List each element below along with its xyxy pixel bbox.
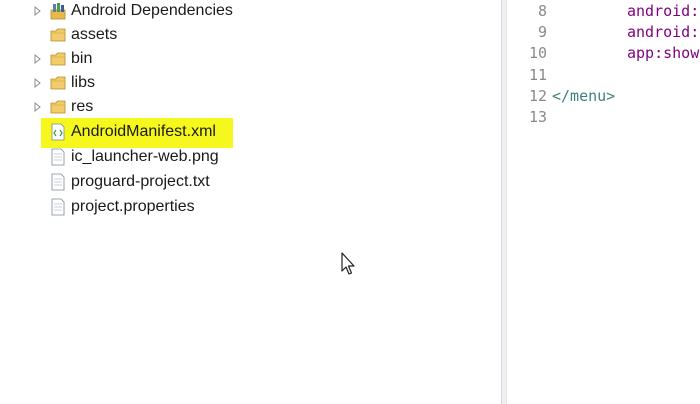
line-number: 8 — [537, 2, 547, 20]
tree-item-label: ic_launcher-web.png — [71, 148, 219, 165]
file-icon — [51, 148, 65, 166]
folder-icon — [50, 100, 66, 114]
line-number: 11 — [528, 66, 547, 84]
tree-item-proguard-project[interactable]: proguard-project.txt — [0, 171, 480, 195]
tree-item-label: assets — [71, 26, 118, 43]
tree-item-bin[interactable]: bin — [0, 48, 480, 72]
code-attribute: app:show — [627, 44, 700, 62]
line-number: 12 — [528, 87, 547, 105]
code-attribute: android: — [627, 2, 700, 20]
tree-item-label: proguard-project.txt — [71, 173, 210, 190]
tree-item-libs[interactable]: libs — [0, 72, 480, 96]
folder-icon — [50, 28, 66, 42]
package-explorer-tree: Android Dependencies assets bin libs res… — [0, 0, 501, 404]
chevron-right-icon[interactable] — [34, 6, 42, 16]
folder-icon — [50, 52, 66, 66]
chevron-right-icon[interactable] — [34, 78, 42, 88]
tree-item-label: bin — [71, 50, 93, 67]
tree-item-android-dependencies[interactable]: Android Dependencies — [0, 0, 480, 24]
file-icon — [51, 198, 65, 216]
tree-item-android-manifest[interactable]: AndroidManifest.xml — [0, 121, 480, 145]
file-icon — [51, 173, 65, 191]
xml-file-icon — [51, 123, 65, 141]
line-number: 9 — [537, 23, 547, 41]
folder-icon — [50, 76, 66, 90]
code-closing-tag: </menu> — [552, 87, 616, 105]
tree-item-assets[interactable]: assets — [0, 24, 480, 48]
line-number: 13 — [528, 108, 547, 126]
line-number: 10 — [528, 44, 547, 62]
tree-item-label: AndroidManifest.xml — [71, 123, 216, 140]
tree-item-project-properties[interactable]: project.properties — [0, 196, 480, 220]
tree-item-label: project.properties — [71, 198, 195, 215]
library-icon — [50, 3, 66, 20]
code-attribute: android: — [627, 23, 700, 41]
chevron-right-icon[interactable] — [34, 102, 42, 112]
tree-item-label: res — [71, 98, 94, 115]
tree-item-ic-launcher-web[interactable]: ic_launcher-web.png — [0, 146, 480, 170]
tree-item-label: Android Dependencies — [71, 2, 233, 19]
chevron-right-icon[interactable] — [34, 54, 42, 64]
mouse-pointer-icon — [341, 252, 355, 275]
tree-item-label: libs — [71, 74, 96, 91]
xml-editor[interactable]: 8 9 10 11 12 13 android: android: app:sh… — [507, 0, 700, 404]
tree-item-res[interactable]: res — [0, 96, 480, 120]
